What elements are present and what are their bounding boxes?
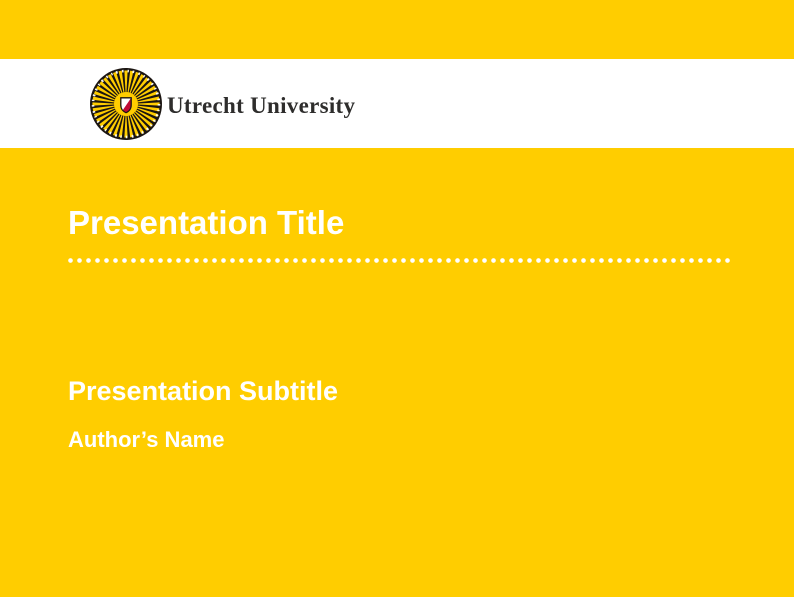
presentation-subtitle: Presentation Subtitle	[68, 378, 338, 405]
presentation-title: Presentation Title	[68, 206, 344, 239]
logo-band: Utrecht University	[0, 59, 794, 148]
top-yellow-band	[0, 0, 794, 59]
dotted-divider-line	[68, 258, 730, 263]
uu-sunburst-seal-icon	[90, 68, 162, 140]
presentation-title-slide: Utrecht University Presentation Title Pr…	[0, 0, 794, 597]
author-name: Author’s Name	[68, 429, 224, 451]
university-wordmark: Utrecht University	[167, 93, 355, 119]
utrecht-university-logo: Utrecht University	[90, 68, 355, 140]
